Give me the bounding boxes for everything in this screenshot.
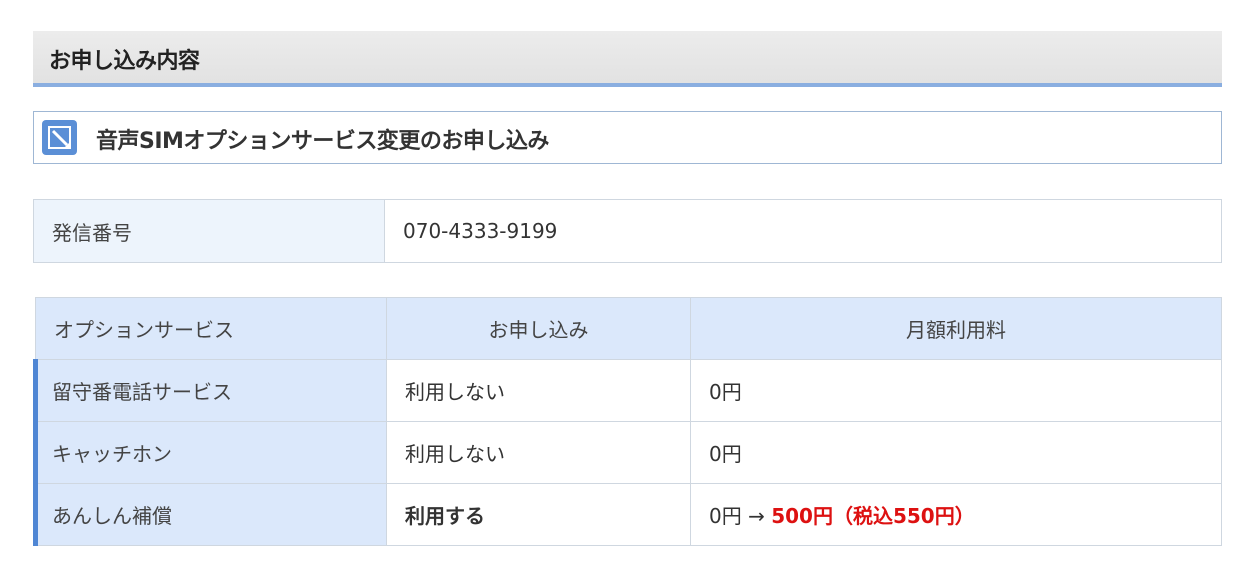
options-table: オプションサービス お申し込み 月額利用料 留守番電話サービス 利用しない 0円…	[33, 297, 1222, 546]
row-fee: 0円	[690, 359, 1222, 422]
row-service-name: キャッチホン	[33, 421, 387, 484]
fee-old: 0円	[709, 380, 742, 404]
section-header: お申し込み内容	[33, 31, 1222, 87]
fee-old: 0円	[709, 504, 742, 528]
row-service-name: 留守番電話サービス	[33, 359, 387, 422]
arrow-icon: →	[748, 504, 765, 528]
phone-number-table: 発信番号 070-4333-9199	[33, 199, 1222, 263]
fee-new: 500円（税込550円）	[771, 504, 975, 528]
sub-header-title: 音声SIMオプションサービス変更のお申し込み	[96, 129, 549, 154]
row-service-name: あんしん補償	[33, 483, 387, 546]
table-row: あんしん補償 利用する 0円 → 500円（税込550円）	[33, 483, 1222, 546]
section-title: お申し込み内容	[49, 49, 200, 74]
header-option-service: オプションサービス	[35, 297, 387, 360]
row-fee: 0円 → 500円（税込550円）	[690, 483, 1222, 546]
phone-number-value: 070-4333-9199	[384, 199, 1222, 263]
sub-header: 音声SIMオプションサービス変更のお申し込み	[33, 111, 1222, 164]
table-row: 留守番電話サービス 利用しない 0円	[33, 359, 1222, 422]
fee-old: 0円	[709, 442, 742, 466]
phone-number-label: 発信番号	[33, 199, 385, 263]
header-monthly-fee: 月額利用料	[690, 297, 1222, 360]
row-application: 利用しない	[386, 421, 691, 484]
row-application: 利用しない	[386, 359, 691, 422]
header-application: お申し込み	[386, 297, 691, 360]
table-header-row: オプションサービス お申し込み 月額利用料	[35, 297, 1222, 360]
row-fee: 0円	[690, 421, 1222, 484]
table-row: 発信番号 070-4333-9199	[33, 199, 1222, 263]
edit-icon	[42, 120, 77, 155]
table-row: キャッチホン 利用しない 0円	[33, 421, 1222, 484]
row-application: 利用する	[386, 483, 691, 546]
